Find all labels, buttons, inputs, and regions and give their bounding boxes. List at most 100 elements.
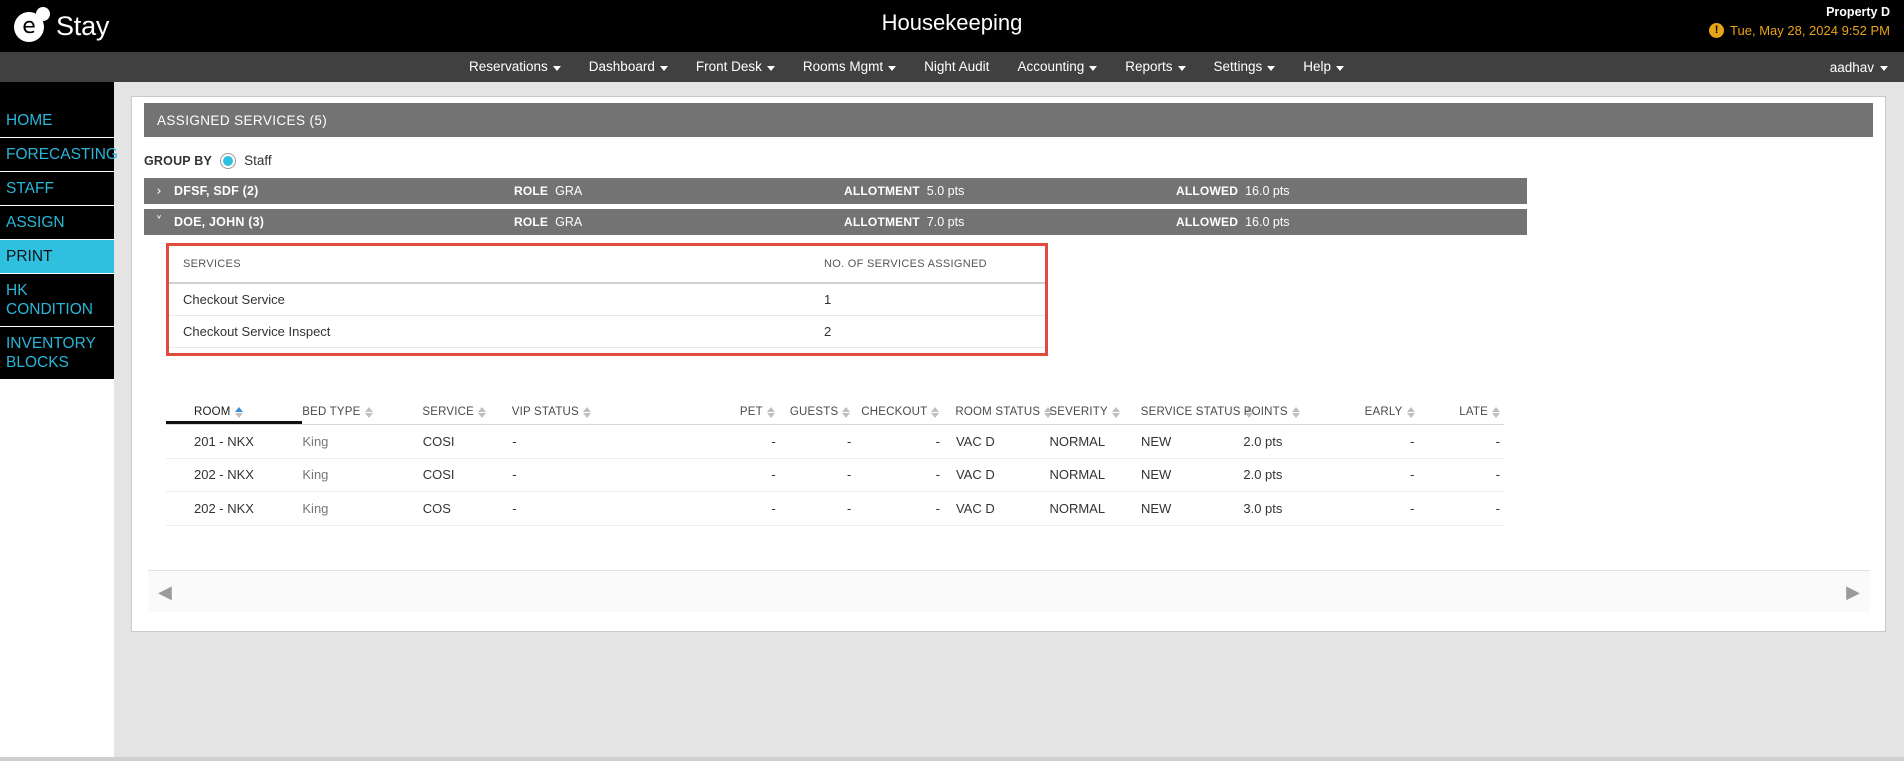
scroll-left-arrow-icon[interactable]: ◀ — [158, 583, 172, 601]
role-key: ROLE — [514, 184, 549, 198]
sort-arrows-icon — [1111, 406, 1120, 418]
allowed-value: 16.0 pts — [1245, 184, 1290, 198]
column-header-service[interactable]: SERVICE — [422, 406, 511, 424]
column-header-pet[interactable]: PET — [686, 406, 785, 424]
nav-item-reservations[interactable]: Reservations — [455, 52, 575, 82]
sidebar-item-staff[interactable]: STAFF — [0, 172, 114, 206]
table-row[interactable]: 202 - NKX King COS - - - - VAC D NORMAL … — [166, 492, 1504, 526]
chevron-right-icon[interactable]: › — [144, 184, 174, 199]
cell-room-status: VAC D — [955, 500, 995, 516]
cell-room: 201 - NKX — [194, 433, 254, 449]
cell-severity: NORMAL — [1049, 500, 1106, 516]
nav-label: Night Audit — [924, 59, 990, 74]
sort-arrows-icon — [364, 406, 373, 418]
column-label: SEVERITY — [1049, 406, 1108, 418]
allotment-key: ALLOTMENT — [844, 215, 920, 229]
column-header-room-status[interactable]: ROOM STATUS — [947, 406, 1053, 424]
nav-item-front-desk[interactable]: Front Desk — [682, 52, 789, 82]
nav-item-rooms-mgmt[interactable]: Rooms Mgmt — [789, 52, 910, 82]
sidebar-item-print[interactable]: PRINT — [0, 240, 114, 274]
nav-item-help[interactable]: Help — [1289, 52, 1358, 82]
sidebar-item-inventory-blocks[interactable]: INVENTORY BLOCKS — [0, 327, 114, 380]
cell-guests: - — [847, 467, 852, 483]
nav-label: Front Desk — [695, 59, 762, 74]
column-header-guests[interactable]: GUESTS — [785, 406, 863, 424]
sidebar-item-hk-condition[interactable]: HK CONDITION — [0, 274, 114, 327]
group-by-staff-radio[interactable] — [221, 153, 236, 168]
nav-item-night-audit[interactable]: Night Audit — [910, 52, 1003, 82]
group-by-staff-label: Staff — [244, 153, 272, 168]
sidebar-item-home[interactable]: HOME — [0, 104, 114, 138]
role-key: ROLE — [514, 215, 549, 229]
column-header-late[interactable]: LATE — [1427, 406, 1504, 424]
cell-vip-status: - — [512, 467, 517, 483]
cell-guests: - — [847, 433, 852, 449]
cell-room: 202 - NKX — [194, 500, 254, 516]
cell-checkout: - — [935, 467, 940, 483]
cell-pet: - — [771, 467, 776, 483]
group-row[interactable]: › DFSF, SDF (2) ROLE GRA ALLOTMENT 5.0 p… — [144, 178, 1527, 204]
cell-bed-type: King — [302, 433, 329, 449]
nav-item-settings[interactable]: Settings — [1200, 52, 1290, 82]
column-label: LATE — [1459, 406, 1488, 418]
services-table-row: Checkout Service 1 — [169, 284, 1045, 316]
cell-checkout: - — [935, 500, 940, 516]
group-row[interactable]: ˅ DOE, JOHN (3) ROLE GRA ALLOTMENT 7.0 p… — [144, 209, 1527, 235]
cell-room-status: VAC D — [955, 433, 995, 449]
sort-arrows-icon — [582, 406, 591, 418]
table-row[interactable]: 202 - NKX King COSI - - - - VAC D NORMAL… — [166, 459, 1504, 492]
nav-item-dashboard[interactable]: Dashboard — [575, 52, 682, 82]
chevron-down-icon[interactable]: ˅ — [144, 215, 174, 230]
service-count: 2 — [824, 324, 832, 339]
sidebar-item-forecasting[interactable]: FORECASTING — [0, 138, 118, 172]
column-header-checkout[interactable]: CHECKOUT — [861, 406, 947, 424]
table-row[interactable]: 201 - NKX King COSI - - - - VAC D NORMAL… — [166, 425, 1504, 459]
group-role: ROLE GRA — [514, 215, 582, 229]
service-name: Checkout Service — [183, 292, 285, 307]
cell-checkout: - — [935, 433, 940, 449]
chevron-down-icon — [1177, 65, 1186, 71]
services-summary-table: SERVICES NO. OF SERVICES ASSIGNED Checko… — [166, 243, 1048, 356]
nav-label: Help — [1303, 59, 1332, 74]
cell-late: - — [1495, 500, 1500, 516]
group-name: DFSF, SDF (2) — [174, 184, 259, 198]
column-header-vip-status[interactable]: VIP STATUS — [512, 406, 686, 424]
sort-arrows-icon — [766, 406, 775, 418]
user-menu[interactable]: aadhav — [1830, 52, 1888, 82]
chevron-down-icon — [888, 65, 897, 71]
column-header-service-status[interactable]: SERVICE STATUS — [1140, 406, 1253, 424]
cell-service-status: NEW — [1140, 433, 1172, 449]
nav-item-reports[interactable]: Reports — [1111, 52, 1199, 82]
cell-bed-type: King — [302, 467, 329, 483]
column-header-early[interactable]: EARLY — [1337, 406, 1426, 424]
cell-points: 3.0 pts — [1243, 500, 1283, 516]
column-label: SERVICE STATUS — [1140, 406, 1241, 418]
scroll-right-arrow-icon[interactable]: ▶ — [1846, 583, 1860, 601]
cell-late: - — [1495, 433, 1500, 449]
exclamation-icon: ! — [1709, 23, 1725, 38]
cell-guests: - — [847, 500, 852, 516]
horizontal-scrollbar[interactable]: ◀ ▶ — [148, 570, 1870, 612]
cell-pet: - — [771, 433, 776, 449]
card-header-title: ASSIGNED SERVICES (5) — [144, 103, 1873, 137]
column-header-bed-type[interactable]: BED TYPE — [302, 406, 422, 424]
allotment-key: ALLOTMENT — [844, 184, 920, 198]
sort-arrows-icon — [931, 406, 940, 418]
group-allotment: ALLOTMENT 5.0 pts — [844, 184, 964, 198]
column-label: ROOM STATUS — [955, 406, 1041, 418]
nav-item-accounting[interactable]: Accounting — [1003, 52, 1111, 82]
column-label: VIP STATUS — [511, 406, 579, 418]
cell-points: 2.0 pts — [1243, 433, 1283, 449]
column-header-room[interactable]: ROOM — [166, 406, 303, 424]
sort-arrows-icon — [234, 406, 243, 418]
cell-service-status: NEW — [1140, 500, 1172, 516]
cell-early: - — [1410, 433, 1415, 449]
allowed-key: ALLOWED — [1176, 184, 1239, 198]
column-label: EARLY — [1364, 406, 1403, 418]
sidebar-item-assign[interactable]: ASSIGN — [0, 206, 114, 240]
column-label: ROOM — [194, 406, 231, 418]
group-by-control: GROUP BY Staff — [144, 153, 272, 168]
column-header-points[interactable]: POINTS — [1244, 406, 1337, 424]
column-header-severity[interactable]: SEVERITY — [1049, 406, 1140, 424]
chevron-down-icon — [1267, 65, 1276, 71]
